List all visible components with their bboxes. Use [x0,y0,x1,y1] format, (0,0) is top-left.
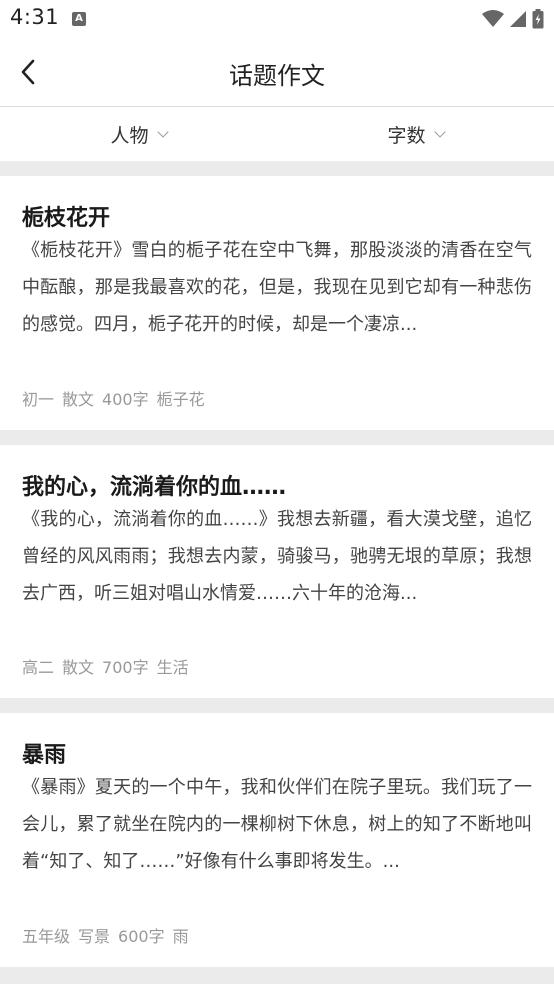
chevron-down-icon [156,125,169,138]
signal-icon [510,11,526,27]
app-notification-icon: A [72,12,86,26]
filter-people-label: 人物 [110,124,149,147]
title-bar: 话题作文 [0,38,554,107]
article-excerpt: 《我的心，流淌着你的血……》我想去新疆，看大漠戈壁，追忆曾经的风风雨雨；我想去内… [22,509,532,604]
article-title: 栀枝花开 [22,206,111,231]
article-genre: 写景 [78,927,111,946]
article-excerpt: 《暴雨》夏天的一个中午，我和伙伴们在院子里玩。我们玩了一会儿，累了就坐在院内的一… [22,777,532,872]
filter-word-count[interactable]: 字数 [277,107,554,161]
article-word-count: 400字 [102,390,149,409]
article-word-count: 700字 [102,658,149,677]
filter-people[interactable]: 人物 [0,107,277,161]
article-word-count: 600字 [118,927,165,946]
article-card[interactable]: 我的心，流淌着你的血…… 《我的心，流淌着你的血……》我想去新疆，看大漠戈壁，追… [0,445,554,698]
article-meta: 高二 散文 700字 生活 [22,654,189,678]
status-time: 4:31 [10,5,60,29]
article-grade: 高二 [22,658,55,677]
battery-icon [532,9,544,29]
filter-word-count-label: 字数 [387,124,426,147]
article-topic: 栀子花 [156,390,205,409]
article-topic: 生活 [156,658,189,677]
article-title: 我的心，流淌着你的血…… [22,475,287,500]
article-excerpt: 《栀枝花开》雪白的栀子花在空中飞舞，那股淡淡的清香在空气中酝酿，那是我最喜欢的花… [22,240,532,335]
article-meta: 五年级 写景 600字 雨 [22,923,189,947]
article-grade: 初一 [22,390,55,409]
article-genre: 散文 [62,390,95,409]
status-icons [482,8,544,30]
article-grade: 五年级 [22,927,71,946]
filter-bar: 人物 字数 [0,107,554,161]
article-card[interactable]: 暴雨 《暴雨》夏天的一个中午，我和伙伴们在院子里玩。我们玩了一会儿，累了就坐在院… [0,713,554,967]
article-topic: 雨 [172,927,189,946]
page-title: 话题作文 [229,62,325,90]
article-meta: 初一 散文 400字 栀子花 [22,386,205,410]
wifi-icon [482,10,504,27]
chevron-down-icon [433,125,446,138]
status-bar: 4:31 A [0,0,554,38]
article-genre: 散文 [62,658,95,677]
article-title: 暴雨 [22,743,67,768]
article-card[interactable]: 栀枝花开 《栀枝花开》雪白的栀子花在空中飞舞，那股淡淡的清香在空气中酝酿，那是我… [0,176,554,430]
